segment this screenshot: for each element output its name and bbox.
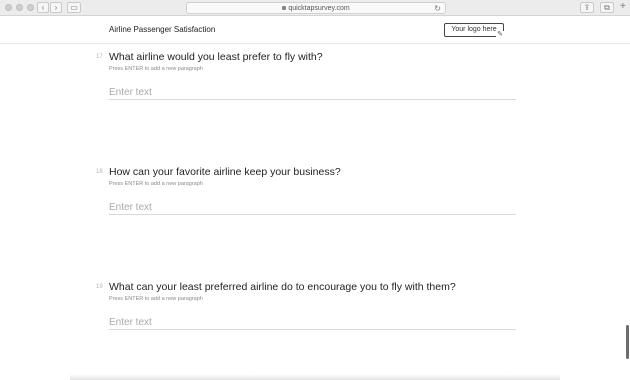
- back-icon: ‹: [41, 3, 45, 12]
- sidebar-toggle-button[interactable]: ▭: [67, 2, 81, 13]
- question-hint: Press ENTER to add a new paragraph: [109, 296, 203, 302]
- share-icon: ⇪: [583, 3, 591, 12]
- maximize-window-button[interactable]: [27, 4, 34, 11]
- window-controls: [5, 4, 34, 11]
- forward-button[interactable]: ›: [50, 2, 62, 13]
- question-text: What can your least preferred airline do…: [109, 281, 456, 293]
- question-text: How can your favorite airline keep your …: [109, 166, 341, 178]
- question-number: 19: [96, 284, 103, 290]
- answer-input[interactable]: [109, 316, 516, 330]
- lock-icon: [282, 6, 287, 11]
- logo-placeholder-label: Your logo here: [451, 26, 497, 33]
- edit-icon[interactable]: ✎: [496, 31, 504, 39]
- minimize-window-button[interactable]: [16, 4, 23, 11]
- question-text: What airline would you least prefer to f…: [109, 51, 323, 63]
- back-button[interactable]: ‹: [37, 2, 49, 13]
- question-hint: Press ENTER to add a new paragraph: [109, 181, 203, 187]
- tabs-button[interactable]: ⧉: [600, 2, 614, 13]
- close-window-button[interactable]: [5, 4, 12, 11]
- sidebar-icon: ▭: [70, 3, 78, 12]
- address-bar[interactable]: quicktapsurvey.com ↻: [186, 2, 446, 14]
- new-tab-icon[interactable]: +: [620, 1, 626, 12]
- question-number: 18: [96, 169, 103, 175]
- share-button[interactable]: ⇪: [580, 2, 594, 13]
- scrollbar-thumb[interactable]: [626, 325, 629, 359]
- forward-icon: ›: [54, 3, 58, 12]
- bottom-edge: [70, 374, 560, 380]
- question-hint: Press ENTER to add a new paragraph: [109, 66, 203, 72]
- reload-icon[interactable]: ↻: [434, 3, 441, 14]
- address-url: quicktapsurvey.com: [288, 5, 350, 12]
- tabs-icon: ⧉: [604, 3, 610, 12]
- answer-input[interactable]: [109, 201, 516, 215]
- survey-header: Airline Passenger Satisfaction Your logo…: [0, 16, 630, 44]
- browser-toolbar: ‹ › ▭ quicktapsurvey.com ↻ ⇪ ⧉ +: [0, 0, 630, 16]
- question-number: 17: [96, 54, 103, 60]
- logo-placeholder[interactable]: Your logo here ✎: [444, 23, 504, 39]
- answer-input[interactable]: [109, 86, 516, 100]
- survey-title: Airline Passenger Satisfaction: [109, 25, 216, 34]
